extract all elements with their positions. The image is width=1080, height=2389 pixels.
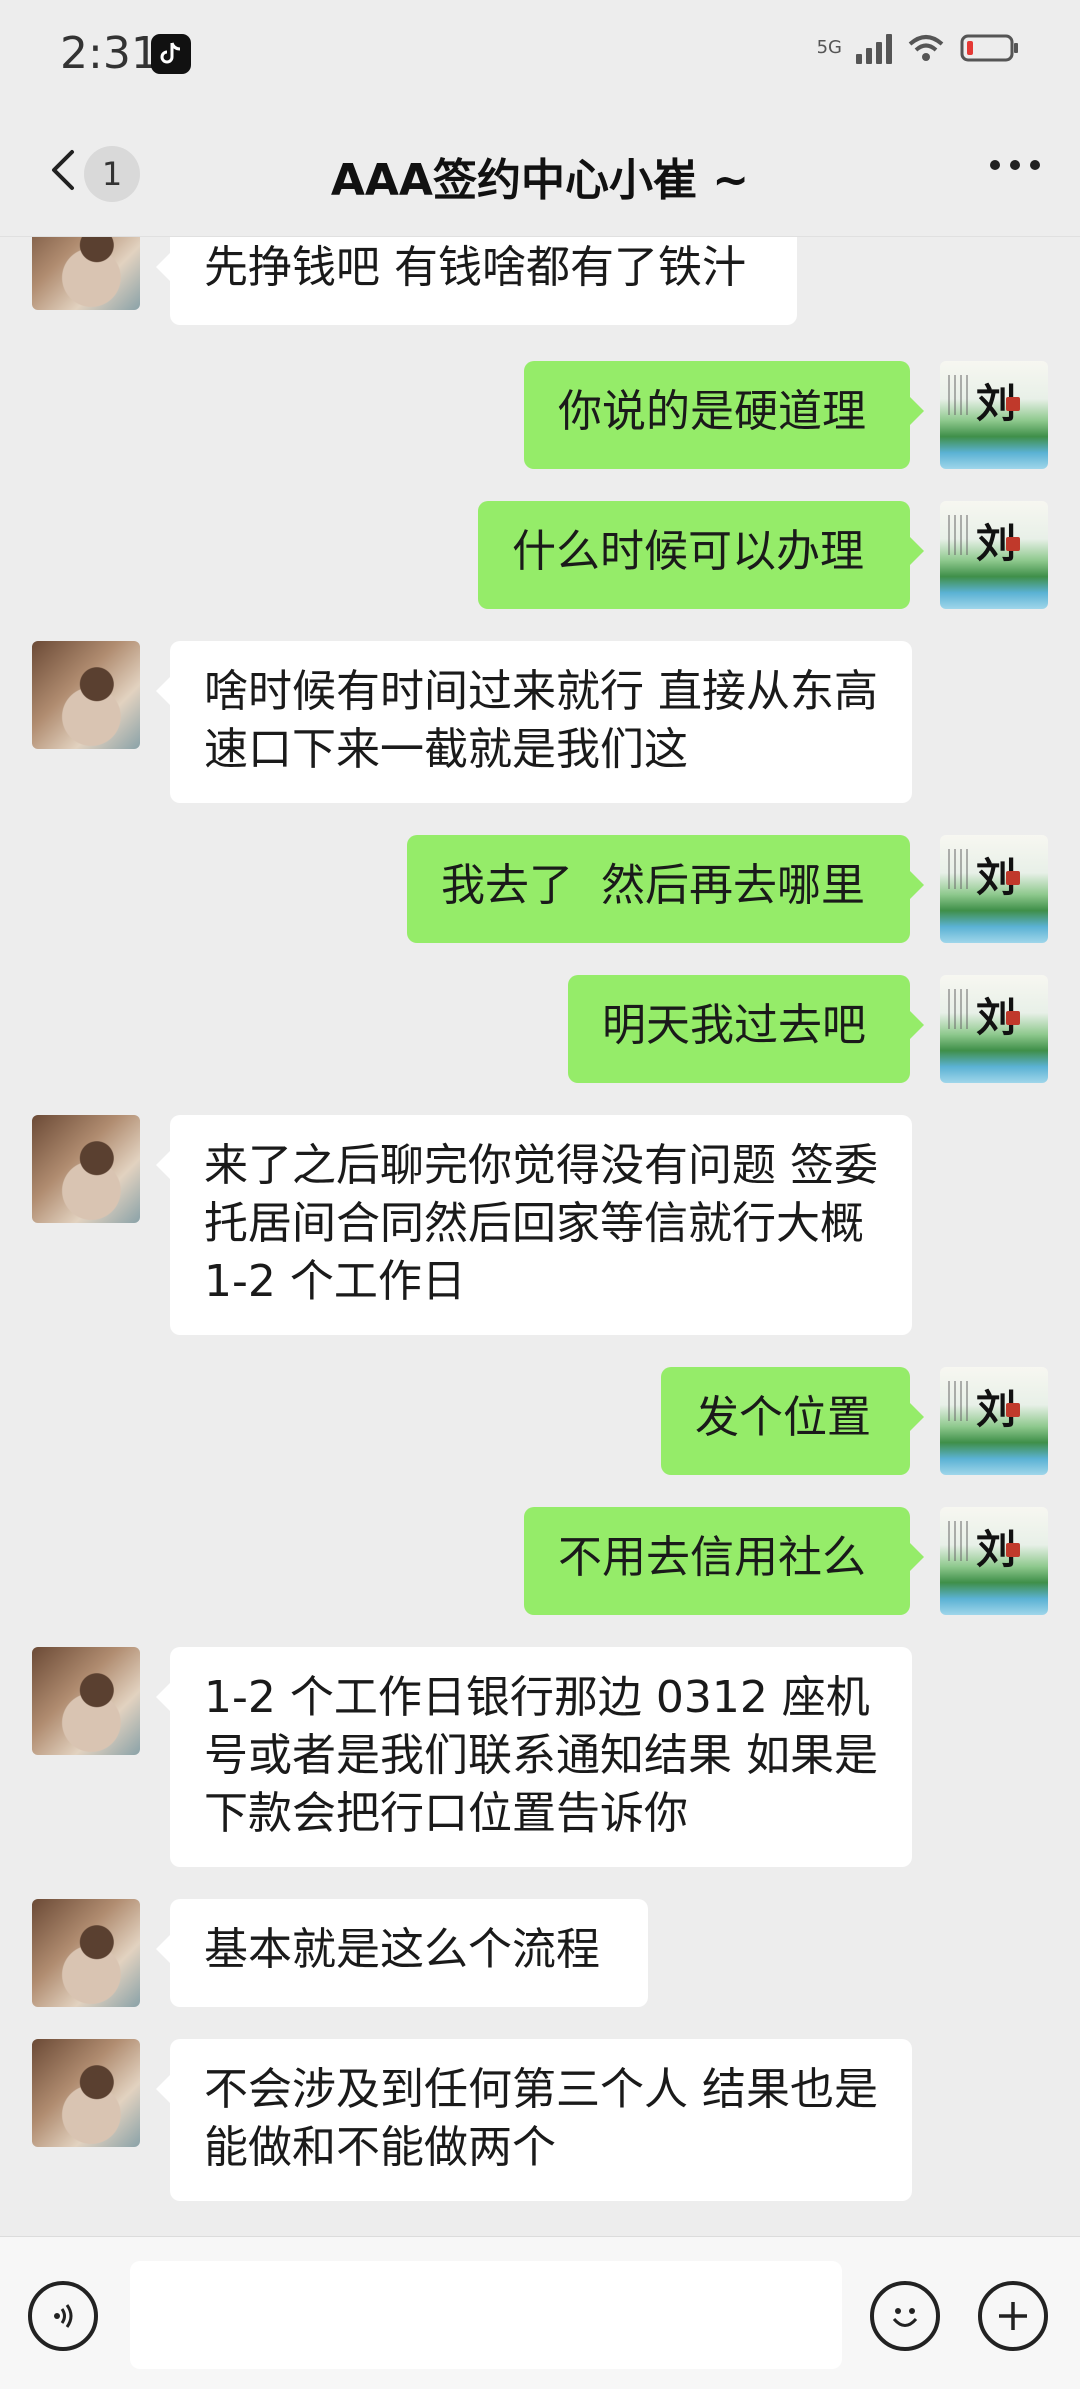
user-avatar[interactable]: 刘 xyxy=(940,835,1048,943)
status-icons: 5G xyxy=(817,32,1020,64)
more-options-button[interactable] xyxy=(990,160,1040,170)
red-seal-icon xyxy=(1006,871,1020,885)
chat-header: 1 AAA签约中心小崔 ~ xyxy=(0,110,1080,237)
user-avatar[interactable]: 刘 xyxy=(940,975,1048,1083)
contact-avatar[interactable] xyxy=(32,237,140,310)
red-seal-icon xyxy=(1006,537,1020,551)
red-seal-icon xyxy=(1006,1543,1020,1557)
received-message[interactable]: 基本就是这么个流程 xyxy=(156,1899,648,2007)
contact-avatar[interactable] xyxy=(32,1899,140,2007)
red-seal-icon xyxy=(1006,1403,1020,1417)
contact-avatar[interactable] xyxy=(32,2039,140,2147)
user-avatar[interactable]: 刘 xyxy=(940,1507,1048,1615)
tiktok-notification-icon xyxy=(151,34,191,74)
message-list[interactable]: 先挣钱吧 有钱啥都有了铁汁 刘 你说的是硬道理 刘 什么时候可以办理 啥时候有时… xyxy=(0,237,1080,2237)
sent-message[interactable]: 不用去信用社么 xyxy=(524,1507,924,1615)
battery-low-icon xyxy=(960,34,1018,62)
status-bar: 2:31 5G xyxy=(0,0,1080,110)
plus-icon xyxy=(999,2302,1027,2330)
calligraphy-lines-icon xyxy=(948,989,970,1029)
received-message[interactable]: 不会涉及到任何第三个人 结果也是能做和不能做两个 xyxy=(156,2039,912,2201)
calligraphy-lines-icon xyxy=(948,515,970,555)
message-input[interactable] xyxy=(130,2261,842,2369)
sent-message[interactable]: 发个位置 xyxy=(661,1367,924,1475)
more-dot-icon xyxy=(1010,160,1020,170)
network-type-label: 5G xyxy=(816,37,842,58)
user-avatar[interactable]: 刘 xyxy=(940,1367,1048,1475)
red-seal-icon xyxy=(1006,1011,1020,1025)
emoji-button[interactable] xyxy=(870,2281,940,2351)
user-avatar[interactable]: 刘 xyxy=(940,501,1048,609)
signal-icon xyxy=(856,32,892,64)
sent-message[interactable]: 我去了 然后再去哪里 xyxy=(407,835,924,943)
wifi-icon xyxy=(908,35,944,61)
more-dot-icon xyxy=(1030,160,1040,170)
more-dot-icon xyxy=(990,160,1000,170)
received-message[interactable]: 啥时候有时间过来就行 直接从东高速口下来一截就是我们这 xyxy=(156,641,912,803)
voice-icon xyxy=(54,2304,73,2328)
sent-message[interactable]: 明天我过去吧 xyxy=(568,975,924,1083)
calligraphy-lines-icon xyxy=(948,1521,970,1561)
calligraphy-lines-icon xyxy=(948,1381,970,1421)
voice-input-button[interactable] xyxy=(28,2281,98,2351)
contact-avatar[interactable] xyxy=(32,1115,140,1223)
contact-avatar[interactable] xyxy=(32,1647,140,1755)
more-actions-button[interactable] xyxy=(978,2281,1048,2351)
sent-message[interactable]: 什么时候可以办理 xyxy=(478,501,924,609)
input-bar xyxy=(0,2236,1080,2389)
calligraphy-lines-icon xyxy=(948,849,970,889)
calligraphy-lines-icon xyxy=(948,375,970,415)
received-message[interactable]: 先挣钱吧 有钱啥都有了铁汁 xyxy=(156,237,797,325)
emoji-icon xyxy=(892,2308,918,2327)
sent-message[interactable]: 你说的是硬道理 xyxy=(524,361,924,469)
chat-title: AAA签约中心小崔 ~ xyxy=(330,155,750,206)
status-time: 2:31 xyxy=(60,28,159,79)
received-message[interactable]: 1-2 个工作日银行那边 0312 座机号或者是我们联系通知结果 如果是下款会把… xyxy=(156,1647,912,1867)
contact-avatar[interactable] xyxy=(32,641,140,749)
user-avatar[interactable]: 刘 xyxy=(940,361,1048,469)
red-seal-icon xyxy=(1006,397,1020,411)
received-message[interactable]: 来了之后聊完你觉得没有问题 签委托居间合同然后回家等信就行大概 1-2 个工作日 xyxy=(156,1115,912,1335)
